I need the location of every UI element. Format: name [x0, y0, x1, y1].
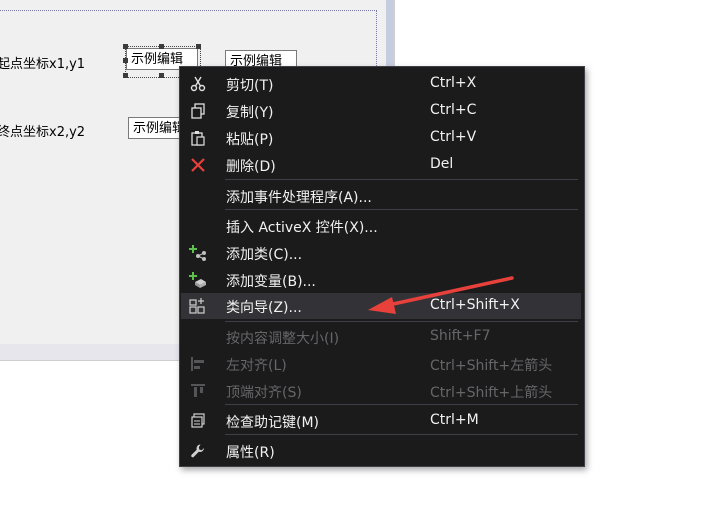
menu-item-label: 插入 ActiveX 控件(X)... — [226, 220, 378, 236]
menu-item-properties[interactable]: 属性(R) — [181, 438, 581, 464]
menu-item-label: 添加变量(B)... — [226, 274, 316, 290]
align-left-icon — [189, 355, 207, 373]
label-end-coords: 终点坐标x2,y2 — [0, 125, 86, 140]
menu-separator — [225, 404, 578, 405]
context-menu: 剪切(T) Ctrl+X 复制(Y) Ctrl+C 粘贴(P) Ctrl+V 删… — [179, 66, 585, 467]
check-mnemonics-icon — [189, 412, 207, 430]
menu-item-label: 粘贴(P) — [226, 132, 274, 148]
menu-item-label: 添加类(C)... — [226, 247, 303, 263]
menu-item-shortcut: Ctrl+Shift+左箭头 — [430, 358, 553, 374]
class-wizard-icon — [189, 297, 207, 315]
menu-item-shortcut: Shift+F7 — [430, 328, 491, 344]
menu-item-add-event-handler[interactable]: 添加事件处理程序(A)... — [181, 183, 581, 209]
menu-item-shortcut: Del — [430, 156, 454, 172]
copy-icon — [189, 102, 207, 120]
menu-item-label: 删除(D) — [226, 159, 276, 175]
resize-handle[interactable] — [159, 73, 164, 78]
menu-item-align-top[interactable]: 顶端对齐(S) Ctrl+Shift+上箭头 — [181, 378, 581, 404]
menu-item-shortcut: Ctrl+Shift+上箭头 — [430, 385, 553, 401]
menu-item-delete[interactable]: 删除(D) Del — [181, 152, 581, 178]
menu-item-label: 顶端对齐(S) — [226, 385, 302, 401]
menu-item-copy[interactable]: 复制(Y) Ctrl+C — [181, 98, 581, 124]
menu-item-align-left[interactable]: 左对齐(L) Ctrl+Shift+左箭头 — [181, 351, 581, 377]
add-variable-icon — [189, 271, 207, 289]
menu-item-label: 复制(Y) — [226, 105, 274, 121]
menu-item-label: 按内容调整大小(I) — [226, 331, 340, 347]
menu-item-class-wizard[interactable]: 类向导(Z)... Ctrl+Shift+X — [181, 293, 581, 319]
label-start-coords: 起点坐标x1,y1 — [0, 57, 86, 72]
menu-item-check-mnemonics[interactable]: 检查助记键(M) Ctrl+M — [181, 408, 581, 434]
resize-handle[interactable] — [123, 58, 128, 63]
menu-item-label: 添加事件处理程序(A)... — [226, 190, 372, 206]
paste-icon — [189, 129, 207, 147]
menu-separator — [225, 321, 578, 322]
resize-handle[interactable] — [123, 44, 128, 49]
delete-x-icon — [189, 156, 207, 174]
menu-item-add-variable[interactable]: 添加变量(B)... — [181, 267, 581, 293]
menu-separator — [225, 209, 578, 210]
menu-item-shortcut: Ctrl+X — [430, 75, 477, 91]
scissors-icon — [189, 75, 207, 93]
menu-item-label: 类向导(Z)... — [226, 300, 302, 316]
resize-handle[interactable] — [159, 44, 164, 49]
menu-item-shortcut: Ctrl+Shift+X — [430, 297, 520, 313]
menu-item-shortcut: Ctrl+M — [430, 412, 479, 428]
wrench-icon — [189, 442, 207, 460]
menu-item-insert-activex[interactable]: 插入 ActiveX 控件(X)... — [181, 213, 581, 239]
menu-item-label: 检查助记键(M) — [226, 415, 320, 431]
menu-separator — [225, 434, 578, 435]
add-class-icon — [189, 244, 207, 262]
align-top-icon — [189, 382, 207, 400]
resize-handle[interactable] — [196, 44, 201, 49]
menu-item-label: 剪切(T) — [226, 78, 274, 94]
menu-item-add-class[interactable]: 添加类(C)... — [181, 240, 581, 266]
menu-separator — [225, 179, 578, 180]
menu-item-label: 左对齐(L) — [226, 358, 287, 374]
menu-item-shortcut: Ctrl+V — [430, 129, 477, 145]
menu-item-label: 属性(R) — [226, 445, 275, 461]
menu-item-size-to-content[interactable]: 按内容调整大小(I) Shift+F7 — [181, 324, 581, 350]
resize-handle[interactable] — [123, 73, 128, 78]
menu-item-cut[interactable]: 剪切(T) Ctrl+X — [181, 71, 581, 97]
menu-item-shortcut: Ctrl+C — [430, 102, 477, 118]
menu-item-paste[interactable]: 粘贴(P) Ctrl+V — [181, 125, 581, 151]
